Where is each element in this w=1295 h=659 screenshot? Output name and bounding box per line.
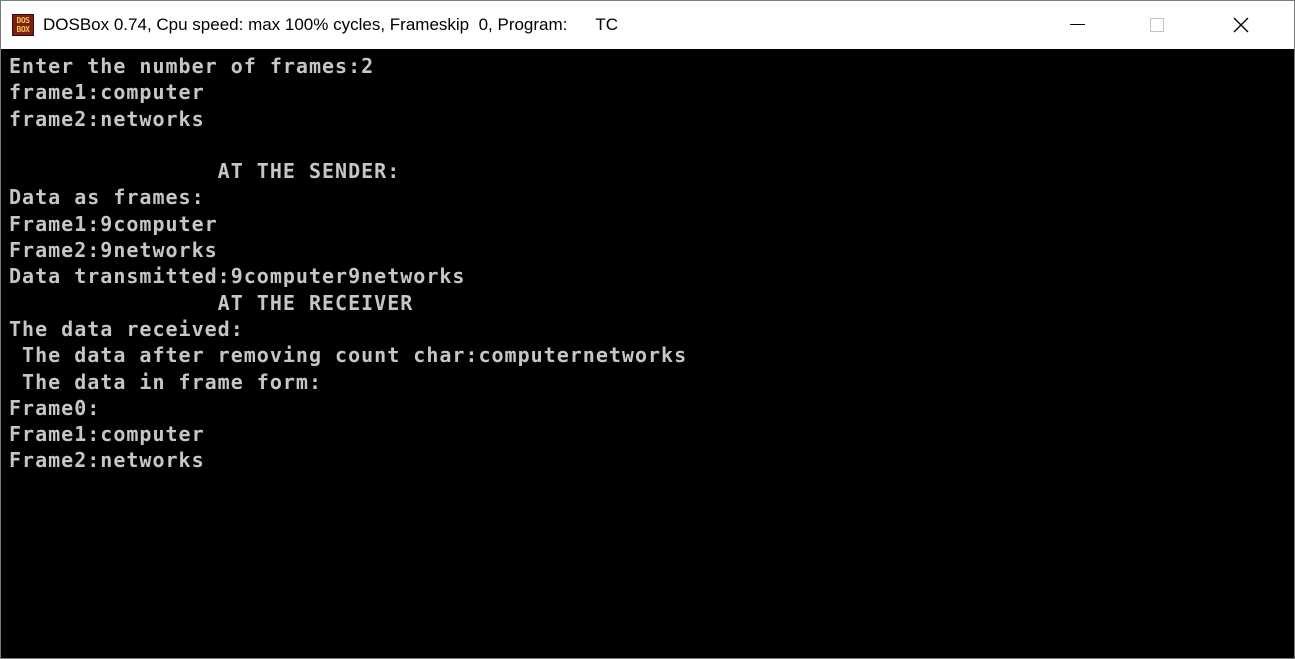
console-line: Data transmitted:9computer9networks [9,264,466,289]
icon-text-top: DOS [16,16,30,25]
console-screen[interactable]: Enter the number of frames:2 frame1:comp… [1,49,1294,658]
icon-text-bottom: BOX [16,25,30,34]
console-line: AT THE RECEIVER [9,290,414,315]
console-line: frame1:computer [9,80,205,105]
console-output: Enter the number of frames:2 frame1:comp… [9,53,687,474]
title-bar[interactable]: DOS BOX DOSBox 0.74, Cpu speed: max 100% … [1,1,1294,49]
console-line: The data received: [9,316,244,341]
console-line: The data in frame form: [9,369,322,394]
dosbox-window: DOS BOX DOSBox 0.74, Cpu speed: max 100% … [0,0,1295,659]
console-line: The data after removing count char:compu… [9,343,688,368]
maximize-icon [1150,18,1164,32]
console-line: Frame0: [9,395,101,420]
minimize-button[interactable] [1047,1,1107,49]
minimize-icon [1070,24,1085,25]
console-line: AT THE SENDER: [9,159,401,184]
window-title: DOSBox 0.74, Cpu speed: max 100% cycles,… [43,15,619,34]
console-line: Enter the number of frames:2 [9,54,375,78]
dosbox-icon[interactable]: DOS BOX [12,14,34,36]
console-line: Frame2:networks [9,448,205,473]
console-line: Data as frames: [9,185,205,210]
console-line: frame2:networks [9,106,205,131]
close-button[interactable] [1211,1,1271,49]
console-line: Frame1:computer [9,422,205,447]
maximize-button[interactable] [1127,1,1187,49]
close-icon [1233,17,1249,33]
console-line: Frame2:9networks [9,238,218,263]
console-line: Frame1:9computer [9,211,218,236]
